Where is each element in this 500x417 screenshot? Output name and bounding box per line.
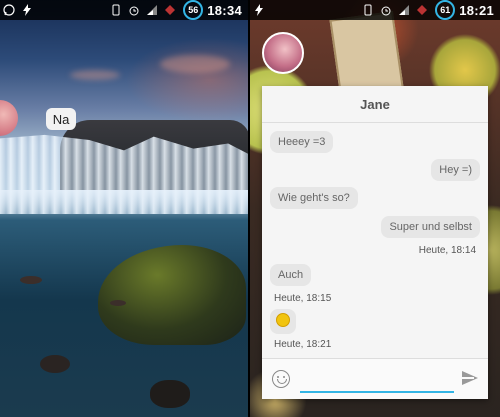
bolt-icon	[21, 4, 33, 16]
data-icon	[416, 4, 428, 16]
mist	[0, 190, 248, 220]
message-composer	[262, 358, 488, 399]
alarm-icon	[380, 4, 392, 16]
left-status-bar: 56 18:34	[0, 0, 248, 20]
rock	[40, 355, 70, 373]
right-status-bar: 61 18:21	[250, 0, 500, 20]
message-outgoing: Super und selbst	[381, 216, 480, 238]
chat-head-bubble[interactable]: Na	[46, 108, 76, 130]
data-icon	[164, 4, 176, 16]
timestamp: Heute, 18:21	[274, 339, 332, 350]
emoji-picker-icon[interactable]	[272, 370, 290, 388]
message-input[interactable]	[300, 367, 454, 393]
alarm-icon	[128, 4, 140, 16]
chat-head-avatar[interactable]	[262, 32, 304, 74]
rock	[150, 380, 190, 408]
message-incoming: Auch	[270, 264, 312, 286]
left-phone-screen: Na 56 18:34	[0, 0, 248, 417]
smile-emoji-icon	[276, 313, 290, 327]
chat-title: Jane	[262, 86, 488, 123]
vibrate-icon	[110, 4, 122, 16]
whatsapp-icon	[3, 4, 15, 16]
cloud	[160, 55, 230, 73]
message-outgoing: Hey =)	[431, 159, 480, 181]
timestamp: Heute, 18:14	[418, 245, 476, 256]
vibrate-icon	[362, 4, 374, 16]
signal-icon	[398, 4, 410, 16]
status-time: 18:34	[207, 2, 242, 18]
chat-window: Jane Heeey =3 Hey =) Wie geht's so? Supe…	[262, 86, 488, 399]
message-incoming-emoji	[270, 309, 296, 334]
screenshot-frame: Na 56 18:34 61 18:21 Jane Heeey =3 Hey =…	[0, 0, 500, 417]
pebble	[20, 276, 42, 284]
message-incoming: Heeey =3	[270, 131, 334, 153]
pebble	[110, 300, 126, 306]
message-list[interactable]: Heeey =3 Hey =) Wie geht's so? Super und…	[262, 123, 488, 357]
battery-ring-icon: 61	[435, 0, 456, 20]
cloud	[70, 70, 120, 80]
message-incoming: Wie geht's so?	[270, 187, 358, 209]
timestamp: Heute, 18:15	[274, 293, 332, 304]
send-icon[interactable]	[462, 371, 478, 385]
battery-ring-icon: 56	[183, 0, 204, 20]
signal-icon	[146, 4, 158, 16]
status-time: 18:21	[459, 2, 494, 18]
bolt-icon	[253, 4, 265, 16]
